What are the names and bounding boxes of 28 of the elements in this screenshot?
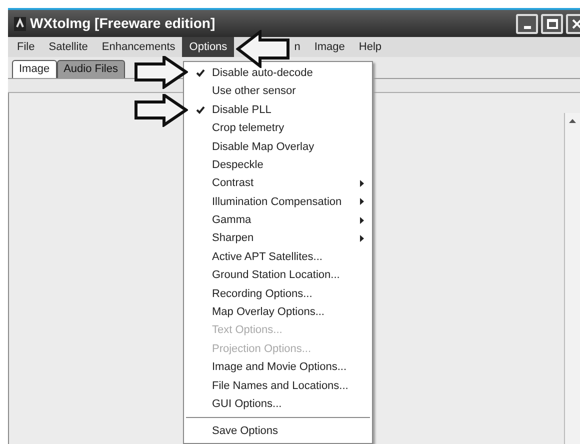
menu-item[interactable]: Image and Movie Options... — [184, 358, 372, 377]
menu-item[interactable]: Disable PLL — [184, 100, 372, 120]
menu-item[interactable]: Crop telemetry — [184, 119, 372, 138]
menu-item[interactable]: GUI Options... — [184, 395, 372, 414]
menu-item[interactable]: Recording Options... — [184, 284, 372, 304]
menu-item[interactable]: Sharpen — [184, 230, 372, 248]
menu-item[interactable]: Map Overlay Options... — [184, 303, 372, 322]
menu-item[interactable]: Illumination Compensation — [184, 192, 372, 212]
menu-bar-item[interactable]: File — [10, 37, 42, 57]
window-title: WXtoImg [Freeware edition] — [30, 14, 216, 33]
menu-item[interactable]: File Names and Locations... — [184, 376, 372, 396]
tab[interactable]: Image — [12, 60, 57, 78]
menu-item[interactable]: Disable Map Overlay — [184, 138, 372, 156]
menu-bar-item[interactable]: Image — [307, 37, 352, 57]
menu-item[interactable]: Save Options — [184, 422, 372, 441]
menu-item[interactable]: Contrast — [184, 174, 372, 193]
menu-bar-item[interactable]: Enhancements — [94, 37, 182, 57]
menu-bar-item[interactable]: n — [292, 37, 308, 57]
menu-item[interactable]: Use other sensor — [184, 82, 372, 101]
menu-item[interactable]: Ground Station Location... — [184, 266, 372, 285]
menu-bar-item[interactable]: Help — [352, 37, 389, 57]
tab[interactable]: Audio Files — [56, 60, 125, 78]
menu-bar-item[interactable]: Options — [182, 37, 234, 57]
menu-item[interactable]: Gamma — [184, 211, 372, 230]
menu-item[interactable]: Disable auto-decode — [184, 64, 372, 82]
menu-bar-item[interactable]: Satellite — [42, 37, 95, 57]
menu-item[interactable]: Despeckle — [184, 156, 372, 174]
menu-item[interactable]: Active APT Satellites... — [184, 248, 372, 266]
